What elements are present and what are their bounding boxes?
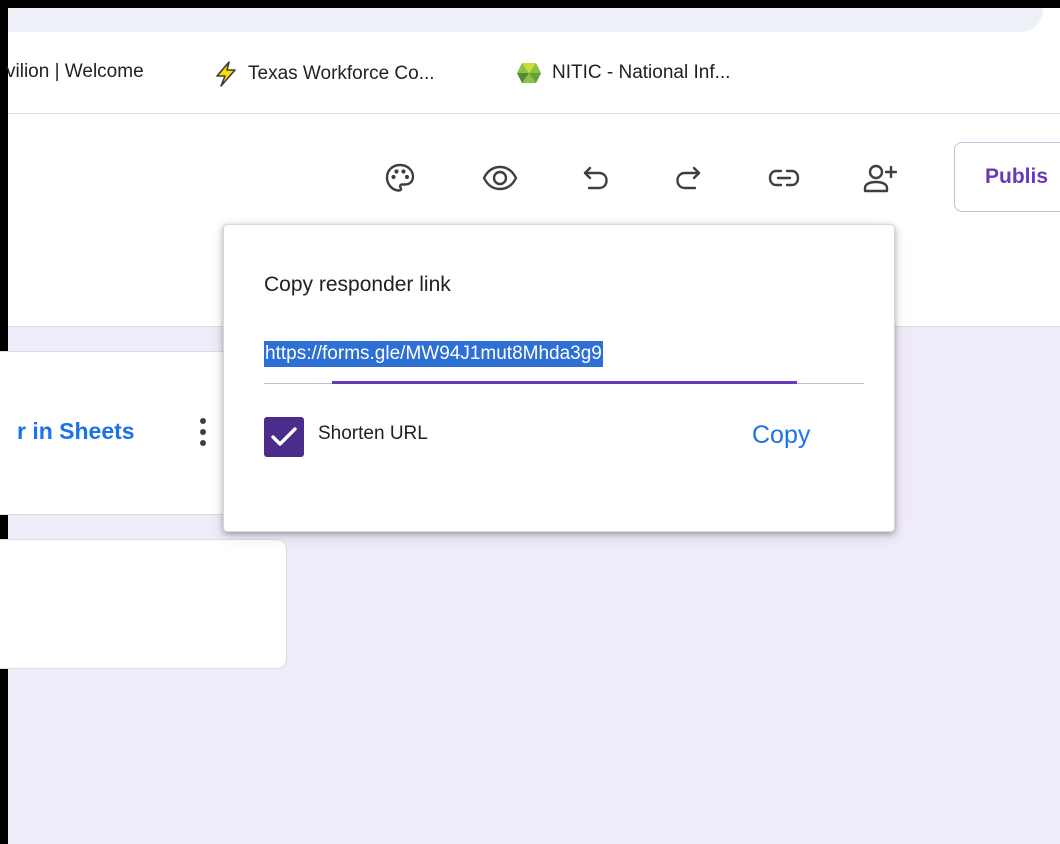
bookmarks-bar: vilion | Welcome Texas Workforce Co... N… [6,33,1060,114]
responder-url-text[interactable]: https://forms.gle/MW94J1mut8Mhda3g9 [264,341,603,367]
more-options-icon[interactable] [197,418,209,452]
summary-card [0,539,287,669]
responder-url-field[interactable]: https://forms.gle/MW94J1mut8Mhda3g9 [264,341,864,385]
checkmark-icon [271,427,297,446]
link-icon[interactable] [764,158,804,198]
bookmark-texas-workforce[interactable]: Texas Workforce Co... [214,61,435,87]
bookmark-nitic[interactable]: NITIC - National Inf... [516,61,730,85]
preview-eye-icon[interactable] [480,158,520,198]
undo-icon[interactable] [576,158,616,198]
bookmark-label: vilion | Welcome [6,61,144,82]
address-bar[interactable] [8,8,1043,32]
shorten-url-checkbox[interactable] [264,417,304,457]
bookmark-pavilion[interactable]: vilion | Welcome [6,61,144,83]
palette-icon[interactable] [380,158,420,198]
popup-title: Copy responder link [264,273,451,296]
copy-responder-link-popup: Copy responder link https://forms.gle/MW… [223,224,895,532]
lightning-icon [214,61,238,87]
bookmark-label: NITIC - National Inf... [552,62,731,83]
shorten-url-label: Shorten URL [318,423,428,444]
add-collaborator-icon[interactable] [860,158,900,198]
redo-icon[interactable] [668,158,708,198]
url-field-focus-bar [332,381,797,384]
address-bar-area [8,8,1060,33]
bookmark-label: Texas Workforce Co... [248,63,435,84]
publish-button[interactable]: Publis [954,142,1060,212]
copy-button[interactable]: Copy [752,421,810,450]
publish-button-label: Publis [985,165,1049,188]
nitic-logo-icon [516,61,542,85]
link-in-sheets[interactable]: r in Sheets [17,418,135,445]
